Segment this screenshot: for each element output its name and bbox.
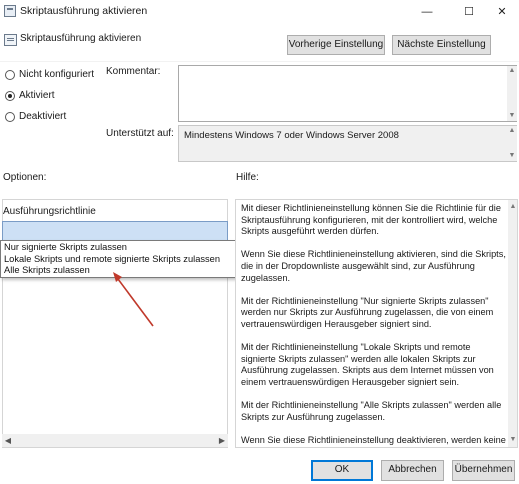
execution-policy-label: Ausführungsrichtlinie bbox=[3, 206, 96, 217]
minimize-button[interactable]: — bbox=[410, 0, 444, 24]
window-title: Skriptausführung aktivieren bbox=[20, 5, 148, 17]
options-horizontal-scrollbar[interactable]: ◀ ▶ bbox=[2, 434, 228, 447]
radio-not-configured[interactable]: Nicht konfiguriert bbox=[5, 69, 115, 83]
dropdown-option-remote-signed[interactable]: Lokale Skripts und remote signierte Skri… bbox=[4, 254, 220, 264]
supported-scrollbar[interactable]: ▲ ▼ bbox=[507, 126, 517, 161]
scroll-down-icon[interactable]: ▼ bbox=[507, 151, 517, 161]
radio-label: Nicht konfiguriert bbox=[19, 69, 95, 80]
policy-app-icon bbox=[4, 5, 16, 17]
execution-policy-select[interactable] bbox=[2, 221, 228, 242]
minimize-icon: — bbox=[421, 6, 433, 18]
comment-scrollbar[interactable]: ▲ ▼ bbox=[507, 66, 517, 121]
help-paragraph: Mit dieser Richtlinieneinstellung können… bbox=[241, 203, 501, 237]
help-paragraph: Wenn Sie diese Richtlinieneinstellung ak… bbox=[241, 249, 506, 283]
help-panel: Mit dieser Richtlinieneinstellung können… bbox=[235, 199, 518, 448]
help-paragraph: Mit der Richtlinieneinstellung "Lokale S… bbox=[241, 342, 494, 387]
cancel-button[interactable]: Abbrechen bbox=[381, 460, 444, 481]
help-scrollbar[interactable]: ▲ ▼ bbox=[508, 200, 517, 447]
apply-button[interactable]: Übernehmen bbox=[452, 460, 515, 481]
scroll-up-icon[interactable]: ▲ bbox=[508, 202, 517, 212]
maximize-button[interactable]: ☐ bbox=[452, 0, 486, 24]
scroll-up-icon[interactable]: ▲ bbox=[507, 66, 517, 76]
radio-circle bbox=[5, 91, 15, 101]
comment-textarea[interactable] bbox=[178, 65, 517, 122]
annotation-arrow-head bbox=[113, 272, 122, 282]
help-text: Mit dieser Richtlinieneinstellung können… bbox=[241, 203, 507, 447]
dropdown-option-signed-only[interactable]: Nur signierte Skripts zulassen bbox=[4, 242, 127, 252]
scroll-right-icon[interactable]: ▶ bbox=[216, 434, 228, 447]
ok-button[interactable]: OK bbox=[311, 460, 373, 481]
help-paragraph: Wenn Sie diese Richtlinieneinstellung de… bbox=[241, 434, 506, 445]
help-section-label: Hilfe: bbox=[236, 172, 259, 183]
title-bar: Skriptausführung aktivieren — ☐ ✕ bbox=[0, 0, 519, 26]
policy-title: Skriptausführung aktivieren bbox=[20, 33, 142, 44]
close-icon: ✕ bbox=[497, 6, 507, 18]
radio-label: Deaktiviert bbox=[19, 111, 67, 122]
supported-on-value: Mindestens Windows 7 oder Windows Server… bbox=[184, 130, 399, 141]
previous-setting-button[interactable]: Vorherige Einstellung bbox=[287, 35, 385, 55]
scroll-down-icon[interactable]: ▼ bbox=[507, 111, 517, 121]
radio-enabled[interactable]: Aktiviert bbox=[5, 90, 115, 104]
policy-setting-icon bbox=[4, 34, 17, 46]
supported-on-field: Mindestens Windows 7 oder Windows Server… bbox=[178, 125, 517, 162]
next-setting-button[interactable]: Nächste Einstellung bbox=[392, 35, 491, 55]
supported-on-label: Unterstützt auf: bbox=[106, 128, 174, 139]
annotation-arrow bbox=[113, 272, 154, 327]
radio-disabled[interactable]: Deaktiviert bbox=[5, 111, 115, 125]
annotation-arrow-line bbox=[114, 274, 154, 327]
header-separator bbox=[0, 61, 519, 62]
scroll-up-icon[interactable]: ▲ bbox=[507, 126, 517, 136]
scroll-left-icon[interactable]: ◀ bbox=[2, 434, 14, 447]
help-paragraph: Mit der Richtlinieneinstellung "Nur sign… bbox=[241, 295, 494, 329]
radio-circle bbox=[5, 70, 15, 80]
close-button[interactable]: ✕ bbox=[485, 0, 519, 24]
radio-circle bbox=[5, 112, 15, 122]
radio-label: Aktiviert bbox=[19, 90, 55, 101]
help-paragraph: Mit der Richtlinieneinstellung "Alle Skr… bbox=[241, 400, 502, 422]
options-section-label: Optionen: bbox=[3, 172, 47, 183]
scroll-down-icon[interactable]: ▼ bbox=[508, 435, 517, 445]
maximize-icon: ☐ bbox=[464, 6, 474, 18]
comment-label: Kommentar: bbox=[106, 66, 161, 77]
dropdown-option-all-scripts[interactable]: Alle Skripts zulassen bbox=[4, 265, 90, 275]
